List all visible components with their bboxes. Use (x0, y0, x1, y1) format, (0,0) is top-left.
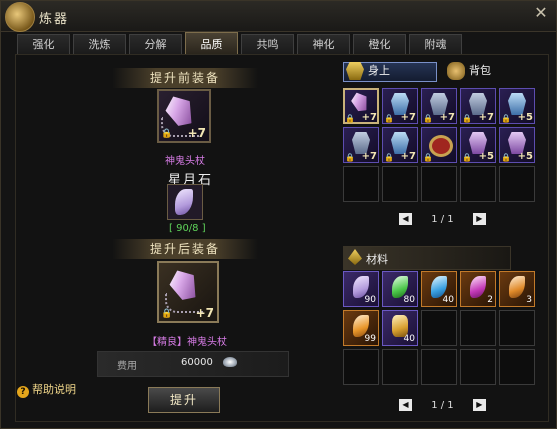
equipment-slot[interactable]: 🔒 +7 (382, 88, 418, 124)
tab-bag-label: 背包 (469, 64, 491, 77)
help-text: 帮助说明 (32, 383, 76, 396)
staff-icon (349, 90, 371, 114)
silver-ingot-icon (223, 357, 237, 367)
lock-icon: 🔒 (161, 129, 173, 139)
tab-equipped-label: 身上 (368, 64, 390, 77)
empty-slot[interactable] (382, 349, 418, 385)
empty-slot[interactable] (499, 349, 535, 385)
window-title: 炼器 (39, 12, 70, 27)
empty-slot[interactable] (460, 310, 496, 346)
help-link[interactable]: ? 帮助说明 (17, 381, 76, 398)
materials-page-number: 1 / 1 (431, 400, 454, 411)
empty-slot[interactable] (343, 166, 379, 202)
after-upgrade-header: 提升后装备 (112, 239, 258, 259)
equipment-grid: 🔒 +7 🔒 +7 🔒 +7 🔒 +7 🔒 +5 🔒 +7 🔒 +7 🔒 🔒 +5 🔒 +5 (343, 88, 535, 202)
materials-header: 材料 (343, 246, 511, 270)
material-slot[interactable]: 2 (460, 271, 496, 307)
tab-bag[interactable]: 背包 (447, 62, 491, 82)
empty-slot[interactable] (382, 166, 418, 202)
material-slot[interactable]: 99 (343, 310, 379, 346)
empty-slot[interactable] (343, 349, 379, 385)
tab-soul[interactable]: 附魂 (409, 34, 462, 54)
material-slot[interactable]: 3 (499, 271, 535, 307)
tab-equipped[interactable]: 身上 (346, 62, 390, 82)
material-slot[interactable]: 40 (421, 271, 457, 307)
before-upgrade-header: 提升前装备 (112, 68, 258, 88)
tab-refine[interactable]: 洗炼 (73, 34, 126, 54)
tab-resonance[interactable]: 共鸣 (241, 34, 294, 54)
tab-orange[interactable]: 橙化 (353, 34, 406, 54)
equipment-page-number: 1 / 1 (431, 214, 454, 225)
material-slot[interactable]: 40 (382, 310, 418, 346)
material-slot[interactable]: 80 (382, 271, 418, 307)
item-level: +7 (187, 126, 206, 140)
equipped-icon (346, 62, 364, 80)
materials-grid: 90 80 40 2 3 99 40 (343, 271, 535, 385)
tab-quality[interactable]: 品质 (185, 32, 238, 54)
equipment-slot[interactable]: 🔒 +5 (460, 127, 496, 163)
tab-bar: 强化 洗炼 分解 品质 共鸣 神化 橙化 附魂 (17, 32, 462, 54)
prev-page-icon[interactable]: ◀ (399, 213, 412, 225)
forge-window: 炼器 ✕ 强化 洗炼 分解 品质 共鸣 神化 橙化 附魂 提升前装备 🔒 +7 … (0, 0, 557, 429)
after-item-slot[interactable]: 🔒 +7 (157, 261, 219, 323)
equipment-slot[interactable]: 🔒 +7 (421, 88, 457, 124)
equipment-slot[interactable]: 🔒 +5 (499, 127, 535, 163)
orange-stone-icon (509, 276, 525, 298)
after-item-name: 【精良】神鬼头杖 (147, 337, 227, 348)
lock-icon: 🔒 (161, 309, 173, 319)
empty-slot[interactable] (499, 310, 535, 346)
tab-strengthen[interactable]: 强化 (17, 34, 70, 54)
close-icon[interactable]: ✕ (533, 5, 549, 21)
title-bar: 炼器 ✕ (1, 1, 556, 32)
before-item-name: 神鬼头杖 (165, 156, 205, 167)
material-slot[interactable]: 90 (343, 271, 379, 307)
empty-slot[interactable] (421, 166, 457, 202)
empty-slot[interactable] (460, 349, 496, 385)
equipment-slot[interactable]: 🔒 +7 (460, 88, 496, 124)
crystal-icon (348, 249, 362, 265)
bag-icon (447, 62, 465, 80)
equipment-slot[interactable]: 🔒 +7 (382, 127, 418, 163)
empty-slot[interactable] (460, 166, 496, 202)
materials-title: 材料 (366, 253, 388, 266)
equipment-slot[interactable]: 🔒 +7 (343, 127, 379, 163)
next-page-icon[interactable]: ▶ (472, 399, 486, 411)
fee-bar: 费用 60000 (97, 351, 289, 377)
prev-page-icon[interactable]: ◀ (399, 399, 412, 411)
materials-pager: ◀ 1 / 1 ▶ (399, 399, 486, 411)
before-item-slot[interactable]: 🔒 +7 (157, 89, 211, 143)
empty-slot[interactable] (421, 349, 457, 385)
equipment-slot[interactable]: 🔒 +7 (343, 88, 379, 124)
tab-deify[interactable]: 神化 (297, 34, 350, 54)
empty-slot[interactable] (421, 310, 457, 346)
stone-count: [ 90/8 ] (169, 223, 206, 234)
upgrade-button[interactable]: 提升 (148, 387, 220, 413)
fee-value: 60000 (181, 357, 213, 368)
empty-slot[interactable] (499, 166, 535, 202)
question-icon: ? (17, 386, 29, 398)
stone-slot[interactable] (167, 184, 203, 220)
forge-logo-icon (5, 2, 35, 32)
tab-decompose[interactable]: 分解 (129, 34, 182, 54)
magenta-stone-icon (470, 276, 486, 298)
fee-label: 费用 (117, 361, 137, 372)
equipment-slot[interactable]: 🔒 +5 (499, 88, 535, 124)
equipment-slot[interactable]: 🔒 (421, 127, 457, 163)
item-level: +7 (195, 306, 214, 320)
equipment-pager: ◀ 1 / 1 ▶ (399, 213, 486, 225)
next-page-icon[interactable]: ▶ (472, 213, 486, 225)
moonstone-icon (175, 189, 193, 215)
